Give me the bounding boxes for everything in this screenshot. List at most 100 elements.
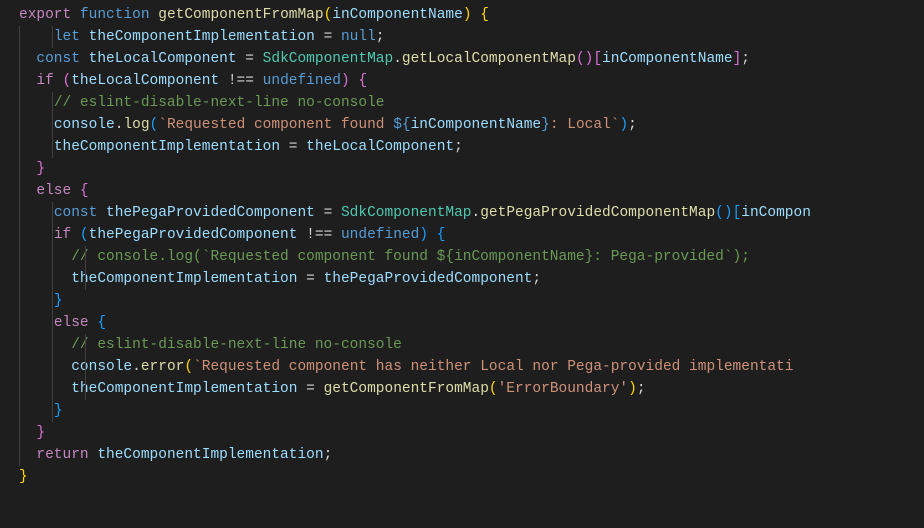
token-class-name: SdkComponentMap (263, 51, 394, 67)
token-brace-m: { (80, 183, 89, 199)
code-line[interactable]: // eslint-disable-next-line no-console (4, 92, 924, 114)
token-punct: ; (376, 29, 385, 45)
token-brace-m: ] (733, 51, 742, 67)
code-line[interactable]: console.log(`Requested component found $… (4, 114, 924, 136)
token-fn-name: error (141, 359, 185, 375)
code-line[interactable]: if (theLocalComponent !== undefined) { (4, 70, 924, 92)
token-fn-name: getComponentFromMap (324, 381, 489, 397)
token-fn-name: getLocalComponentMap (402, 51, 576, 67)
token-param: theLocalComponent (306, 139, 454, 155)
token-punct (19, 95, 54, 111)
token-param: theComponentImplementation (54, 139, 280, 155)
token-punct (472, 7, 481, 23)
token-kw-function: const (54, 205, 106, 221)
token-punct (19, 359, 71, 375)
token-kw-control: else (54, 315, 98, 331)
token-op: = (315, 205, 341, 221)
code-block[interactable]: export function getComponentFromMap(inCo… (4, 4, 924, 488)
code-line[interactable]: const theLocalComponent = SdkComponentMa… (4, 48, 924, 70)
token-param: inCompon (741, 205, 811, 221)
token-kw-undef: undefined (341, 227, 419, 243)
token-kw-function: let (54, 29, 89, 45)
code-line[interactable]: theComponentImplementation = theLocalCom… (4, 136, 924, 158)
token-punct (19, 29, 54, 45)
token-brace-y: { (480, 7, 489, 23)
token-kw-undef: undefined (263, 73, 341, 89)
token-param: inComponentName (332, 7, 463, 23)
token-brace-m: } (36, 425, 45, 441)
token-string: `Requested component found (158, 117, 393, 133)
token-brace-y: ) (463, 7, 472, 23)
code-line[interactable]: console.error(`Requested component has n… (4, 356, 924, 378)
token-punct: . (393, 51, 402, 67)
code-line[interactable]: // eslint-disable-next-line no-console (4, 334, 924, 356)
token-class-name: SdkComponentMap (341, 205, 472, 221)
token-param: console (71, 359, 132, 375)
code-line[interactable]: if (thePegaProvidedComponent !== undefin… (4, 224, 924, 246)
code-line[interactable]: } (4, 290, 924, 312)
token-punct (19, 161, 36, 177)
token-punct (19, 425, 36, 441)
code-line[interactable]: export function getComponentFromMap(inCo… (4, 4, 924, 26)
code-line[interactable]: } (4, 422, 924, 444)
token-brace-y: ( (184, 359, 193, 375)
token-punct (19, 117, 54, 133)
token-punct (19, 337, 71, 353)
token-string: 'ErrorBoundary' (498, 381, 629, 397)
token-string: : Local` (550, 117, 620, 133)
token-punct: ; (454, 139, 463, 155)
token-op: = (315, 29, 341, 45)
token-punct (428, 227, 437, 243)
token-brace-y: } (19, 469, 28, 485)
code-line[interactable]: } (4, 158, 924, 180)
token-kw-control: if (54, 227, 80, 243)
token-kw-null: null (341, 29, 376, 45)
token-comment: // eslint-disable-next-line no-console (54, 95, 385, 111)
token-kw-export: export (19, 7, 80, 23)
token-comment: // console.log(`Requested component foun… (71, 249, 750, 265)
token-kw-function: const (36, 51, 88, 67)
token-kw-control: if (36, 73, 62, 89)
token-param: theLocalComponent (89, 51, 237, 67)
token-punct: ; (628, 117, 637, 133)
code-line[interactable]: return theComponentImplementation; (4, 444, 924, 466)
token-tmpl-punct: } (541, 117, 550, 133)
token-punct (19, 293, 54, 309)
token-param: thePegaProvidedComponent (89, 227, 298, 243)
token-op: = (297, 381, 323, 397)
token-punct: ; (637, 381, 646, 397)
token-param: thePegaProvidedComponent (324, 271, 533, 287)
token-op: = (280, 139, 306, 155)
token-param: theLocalComponent (71, 73, 219, 89)
code-line[interactable]: const thePegaProvidedComponent = SdkComp… (4, 202, 924, 224)
token-punct (19, 51, 36, 67)
code-line[interactable]: theComponentImplementation = thePegaProv… (4, 268, 924, 290)
token-comment: // eslint-disable-next-line no-console (71, 337, 402, 353)
code-line[interactable]: } (4, 466, 924, 488)
code-line[interactable]: else { (4, 180, 924, 202)
token-brace-b: } (54, 293, 63, 309)
token-punct: ; (741, 51, 750, 67)
code-line[interactable]: } (4, 400, 924, 422)
token-punct: ; (532, 271, 541, 287)
token-brace-m: { (358, 73, 367, 89)
token-brace-m: ) (341, 73, 350, 89)
token-fn-name: getPegaProvidedComponentMap (480, 205, 715, 221)
token-punct (19, 403, 54, 419)
token-param: theComponentImplementation (71, 381, 297, 397)
token-brace-b: ( (150, 117, 159, 133)
code-line[interactable]: // console.log(`Requested component foun… (4, 246, 924, 268)
token-punct: . (132, 359, 141, 375)
token-op: !== (297, 227, 341, 243)
token-fn-name: getComponentFromMap (158, 7, 323, 23)
code-line[interactable]: else { (4, 312, 924, 334)
token-kw-function: function (80, 7, 158, 23)
token-brace-b: { (97, 315, 106, 331)
token-param: thePegaProvidedComponent (106, 205, 315, 221)
token-brace-b: ) (619, 117, 628, 133)
token-fn-name: log (123, 117, 149, 133)
code-line[interactable]: let theComponentImplementation = null; (4, 26, 924, 48)
token-brace-y: ( (489, 381, 498, 397)
token-brace-b: ()[ (715, 205, 741, 221)
code-line[interactable]: theComponentImplementation = getComponen… (4, 378, 924, 400)
